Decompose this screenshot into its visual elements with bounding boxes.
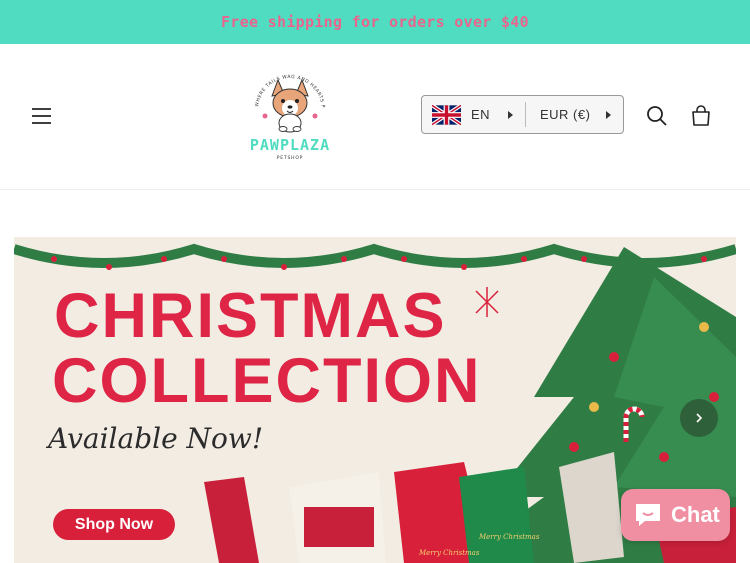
site-logo[interactable]: WHERE TAILS WAG AND HEARTS PURR PAWPLAZA… bbox=[230, 62, 348, 166]
slider-next-button[interactable] bbox=[680, 399, 718, 437]
localization-selectors: EN EUR (€) bbox=[421, 95, 624, 134]
caret-right-icon bbox=[606, 110, 611, 119]
hero-title-line1: CHRISTMAS bbox=[54, 281, 447, 351]
svg-text:Merry Christmas: Merry Christmas bbox=[418, 549, 480, 557]
chevron-right-icon bbox=[696, 413, 703, 423]
caret-right-icon bbox=[508, 110, 513, 119]
currency-selector[interactable]: EUR (€) bbox=[526, 96, 623, 133]
cart-button[interactable] bbox=[687, 102, 715, 130]
svg-text:PETSHOP: PETSHOP bbox=[277, 155, 303, 161]
currency-code: EUR (€) bbox=[540, 107, 591, 122]
language-selector[interactable]: EN bbox=[422, 96, 525, 133]
hero-subtitle: Available Now! bbox=[48, 422, 264, 455]
language-code: EN bbox=[471, 107, 491, 122]
site-header: WHERE TAILS WAG AND HEARTS PURR PAWPLAZA… bbox=[0, 44, 750, 190]
announcement-bar: Free shipping for orders over $40 bbox=[0, 0, 750, 44]
search-icon bbox=[647, 106, 667, 126]
hero-title-line2: COLLECTION bbox=[52, 346, 482, 416]
svg-text:PAWPLAZA: PAWPLAZA bbox=[250, 136, 330, 154]
announcement-text: Free shipping for orders over $40 bbox=[221, 13, 529, 31]
shop-now-button[interactable]: Shop Now bbox=[53, 509, 175, 540]
menu-button[interactable] bbox=[28, 102, 56, 130]
svg-text:Merry Christmas: Merry Christmas bbox=[478, 533, 540, 541]
chat-label: Chat bbox=[671, 502, 720, 527]
menu-icon bbox=[32, 108, 51, 124]
chat-bubble-icon bbox=[636, 504, 660, 526]
uk-flag-icon bbox=[432, 104, 461, 125]
chat-button[interactable]: Chat bbox=[621, 489, 730, 541]
cart-icon bbox=[692, 105, 710, 126]
search-button[interactable] bbox=[643, 102, 671, 130]
